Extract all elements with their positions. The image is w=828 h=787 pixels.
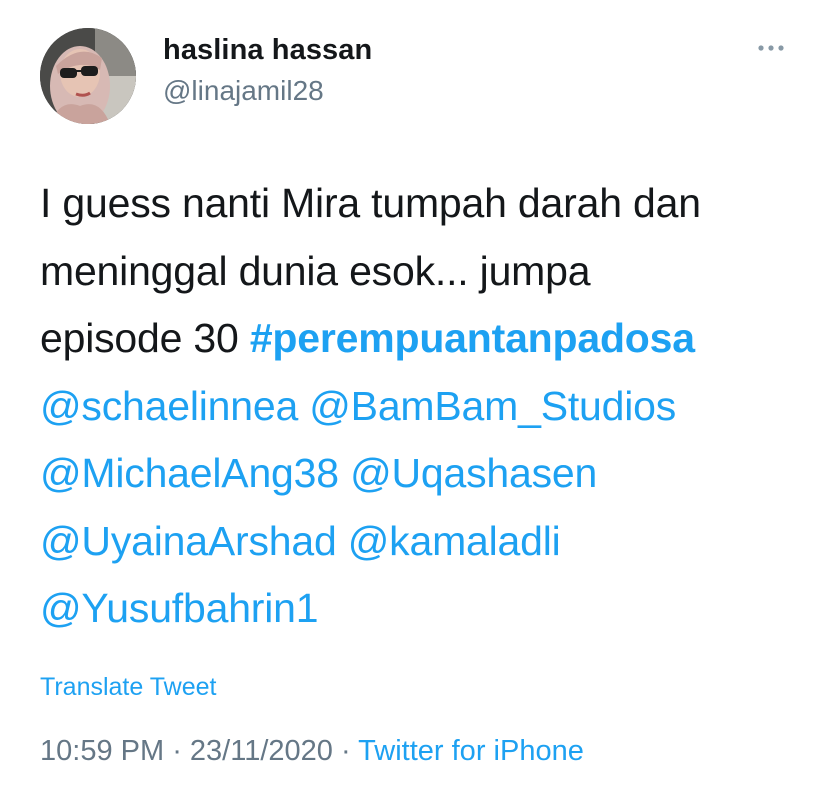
tweet-time[interactable]: 10:59 PM — [40, 735, 164, 767]
mention-link[interactable]: @schaelinnea — [40, 383, 298, 429]
tweet-text-segment: I guess nanti Mira tumpah darah dan — [40, 180, 701, 226]
tweet-metadata: 10:59 PM · 23/11/2020 · Twitter for iPho… — [40, 733, 584, 769]
profile-photo-icon — [40, 28, 136, 124]
more-options-button[interactable] — [755, 38, 789, 58]
tweet-line: episode 30 #perempuantanpadosa — [40, 305, 800, 373]
mention-link[interactable]: @UyainaArshad — [40, 518, 337, 564]
author-display-name[interactable]: haslina hassan — [163, 33, 372, 67]
tweet-source-link[interactable]: Twitter for iPhone — [358, 735, 584, 767]
mention-link[interactable]: @Uqashasen — [350, 450, 597, 496]
hashtag-link[interactable]: #perempuantanpadosa — [250, 315, 695, 361]
tweet-text-segment: episode 30 — [40, 315, 250, 361]
tweet-line: @MichaelAng38 @Uqashasen — [40, 440, 800, 508]
meta-separator: · — [164, 735, 190, 767]
mention-link[interactable]: @kamaladli — [348, 518, 561, 564]
meta-separator: · — [332, 735, 359, 767]
avatar[interactable] — [40, 28, 136, 124]
tweet-line: meninggal dunia esok... jumpa — [40, 238, 800, 306]
tweet-text-segment: meninggal dunia esok... jumpa — [40, 247, 591, 294]
tweet-text: I guess nanti Mira tumpah darah dan meni… — [40, 170, 800, 643]
author-handle[interactable]: @linajamil28 — [163, 74, 324, 108]
tweet-card: haslina hassan @linajamil28 I guess nant… — [0, 0, 828, 787]
tweet-line: @UyainaArshad @kamaladli — [40, 508, 800, 576]
tweet-line: @schaelinnea @BamBam_Studios — [40, 373, 800, 441]
mention-link[interactable]: @BamBam_Studios — [309, 383, 676, 429]
tweet-line: @Yusufbahrin1 — [40, 575, 800, 643]
more-horizontal-icon — [758, 45, 784, 51]
tweet-date[interactable]: 23/11/2020 — [190, 735, 333, 767]
mention-link[interactable]: @MichaelAng38 — [40, 450, 339, 496]
mention-link[interactable]: @Yusufbahrin1 — [40, 585, 319, 631]
translate-tweet-link[interactable]: Translate Tweet — [40, 671, 216, 703]
tweet-line: I guess nanti Mira tumpah darah dan — [40, 170, 800, 238]
